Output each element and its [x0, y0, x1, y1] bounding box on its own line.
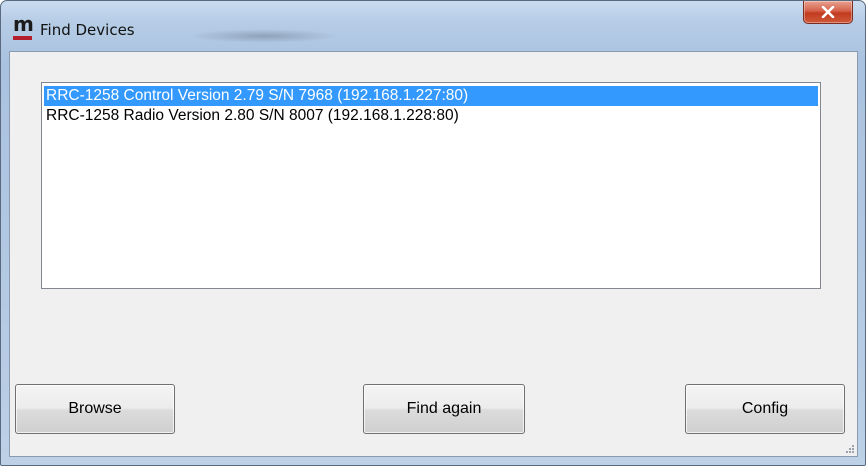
title-bar[interactable]: m Find Devices: [1, 1, 865, 51]
background-blur: [189, 29, 339, 43]
app-logo-icon: m: [13, 12, 34, 43]
close-button[interactable]: [803, 1, 853, 24]
browse-button[interactable]: Browse: [15, 384, 175, 434]
device-list-item[interactable]: RRC-1258 Control Version 2.79 S/N 7968 (…: [44, 86, 818, 106]
window-title: Find Devices: [40, 21, 135, 39]
config-button[interactable]: Config: [685, 384, 845, 434]
device-list-item[interactable]: RRC-1258 Radio Version 2.80 S/N 8007 (19…: [44, 106, 818, 126]
logo-letter: m: [13, 12, 34, 36]
find-devices-window: m Find Devices RRC-1258 Control Version …: [0, 0, 866, 466]
resize-grip-icon[interactable]: [844, 443, 854, 453]
device-list[interactable]: RRC-1258 Control Version 2.79 S/N 7968 (…: [41, 82, 821, 289]
find-again-button[interactable]: Find again: [363, 384, 525, 434]
close-icon: [821, 6, 835, 18]
logo-underline: [13, 36, 32, 40]
dialog-client-area: RRC-1258 Control Version 2.79 S/N 7968 (…: [9, 51, 858, 457]
